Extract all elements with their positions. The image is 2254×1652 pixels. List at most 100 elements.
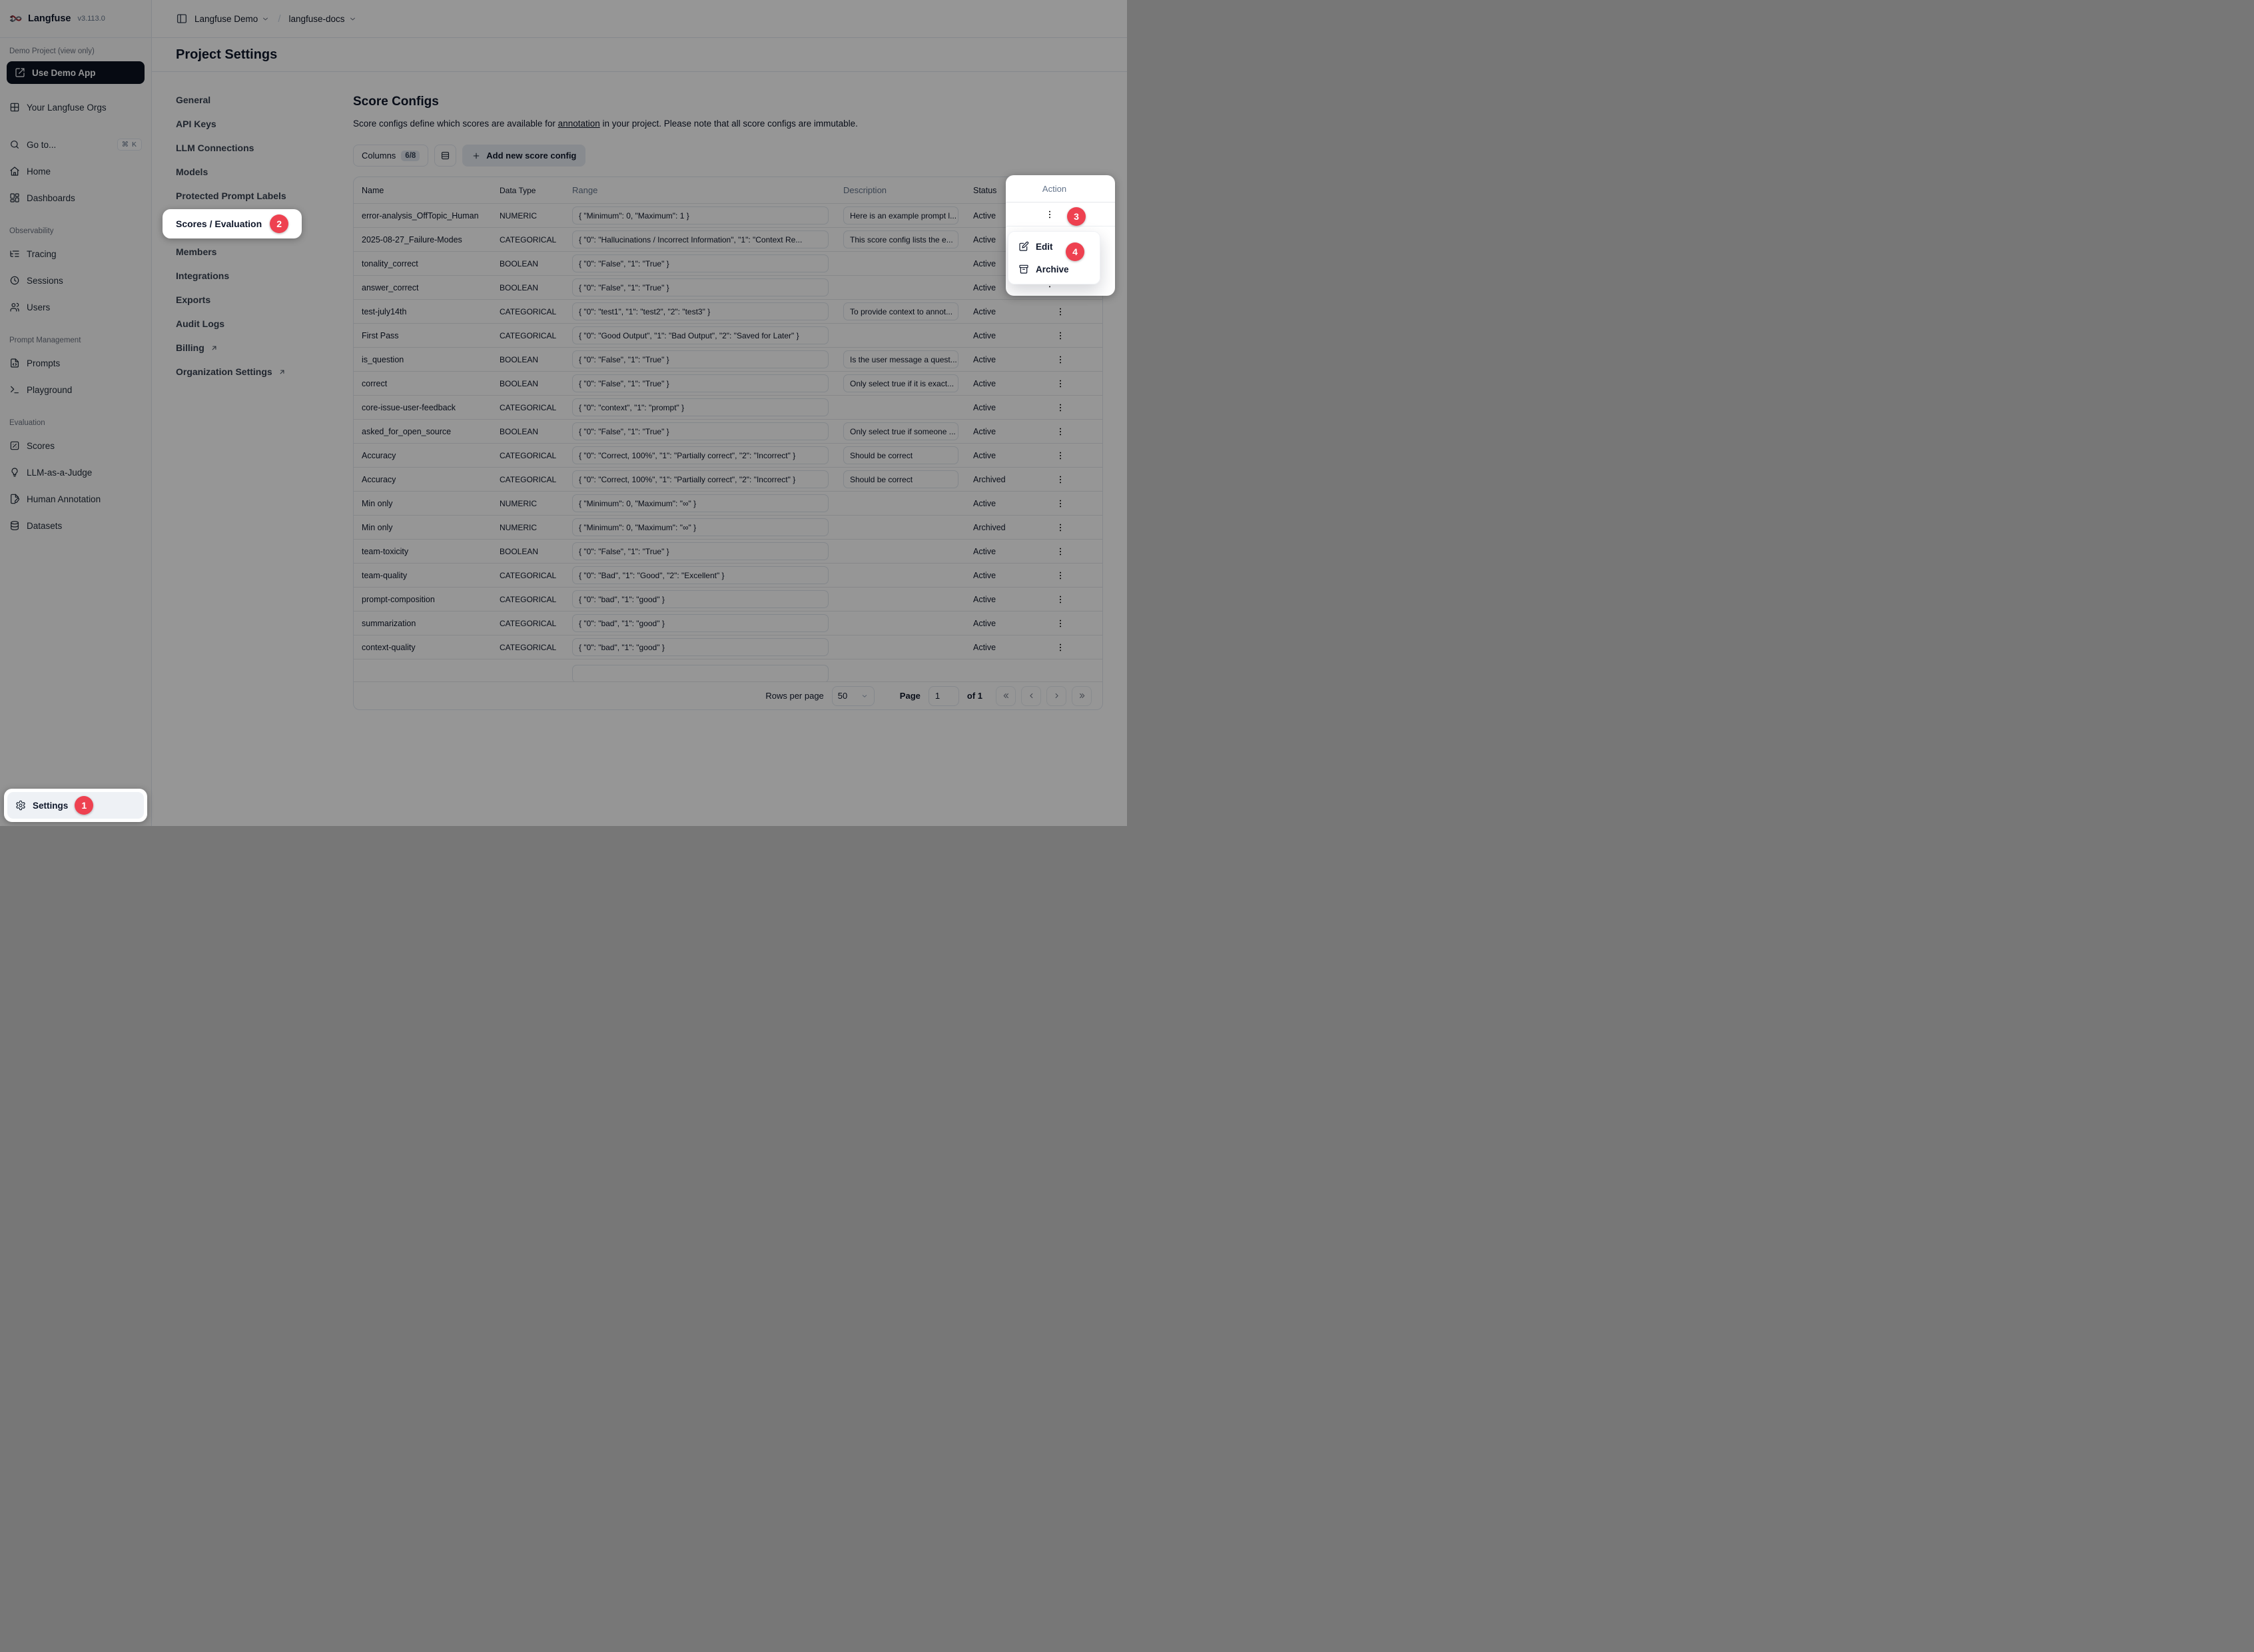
breadcrumb-project[interactable]: langfuse-docs: [288, 14, 356, 24]
sidebar-item-prompts[interactable]: Prompts: [0, 352, 151, 374]
sidebar-item-tracing[interactable]: Tracing: [0, 243, 151, 264]
table-row: context-qualityCATEGORICAL{ "0": "bad", …: [354, 635, 1102, 659]
row-actions-button[interactable]: [1055, 330, 1066, 341]
table-row: asked_for_open_sourceBOOLEAN{ "0": "Fals…: [354, 420, 1102, 444]
row-actions-button[interactable]: [1055, 426, 1066, 437]
range-value-box: { "0": "Correct, 100%", "1": "Partially …: [572, 470, 829, 488]
score-data-type: CATEGORICAL: [493, 475, 565, 484]
sidebar-item-scores[interactable]: Scores: [0, 435, 151, 456]
range-value-box: { "0": "False", "1": "True" }: [572, 374, 829, 392]
previous-page-button[interactable]: [1021, 686, 1041, 706]
breadcrumb-org-label: Langfuse Demo: [194, 14, 258, 24]
settings-nav-integrations[interactable]: Integrations: [176, 265, 229, 286]
sidebar-item-datasets[interactable]: Datasets: [0, 515, 151, 536]
status-text: Active: [966, 595, 1012, 604]
use-demo-app-button[interactable]: Use Demo App: [7, 61, 145, 84]
rows-per-page-select[interactable]: 50: [832, 686, 875, 706]
settings-nav-organization-settings[interactable]: Organization Settings: [176, 361, 286, 382]
sidebar-item-label: Go to...: [27, 140, 56, 150]
percent-square-icon: [9, 440, 20, 451]
app-window: Langfuse v3.113.0 Demo Project (view onl…: [0, 0, 1127, 826]
sidebar-item-go-to[interactable]: Go to...⌘ K: [0, 134, 151, 155]
settings-nav-exports[interactable]: Exports: [176, 289, 210, 310]
arrow-up-right-icon: [210, 344, 218, 352]
row-height-button[interactable]: [434, 145, 456, 167]
settings-nav-api-keys[interactable]: API Keys: [176, 113, 216, 135]
sidebar-item-human-annotation[interactable]: Human Annotation: [0, 488, 151, 510]
settings-nav-members[interactable]: Members: [176, 241, 216, 262]
status-text: Active: [966, 499, 1012, 508]
score-name: answer_correct: [354, 283, 493, 292]
row-actions-button[interactable]: [1055, 354, 1066, 365]
row-actions-button[interactable]: [1044, 209, 1055, 220]
add-score-config-button[interactable]: Add new score config: [462, 145, 585, 167]
row-actions-button[interactable]: [1055, 450, 1066, 461]
row-actions-button[interactable]: [1055, 618, 1066, 629]
menu-item-archive[interactable]: Archive: [1012, 258, 1096, 280]
sidebar-item-users[interactable]: Users: [0, 296, 151, 318]
status-text: Active: [966, 403, 1012, 412]
settings-nav-general[interactable]: General: [176, 89, 210, 111]
row-actions-button[interactable]: [1055, 594, 1066, 605]
score-name: Min only: [354, 523, 493, 532]
last-page-button[interactable]: [1072, 686, 1092, 706]
status-text: Active: [966, 451, 1012, 460]
row-actions-button[interactable]: [1055, 474, 1066, 485]
sidebar-item-playground[interactable]: Playground: [0, 379, 151, 400]
row-actions-button[interactable]: [1055, 378, 1066, 389]
table-row: AccuracyCATEGORICAL{ "0": "Correct, 100%…: [354, 444, 1102, 468]
table-row: team-toxicityBOOLEAN{ "0": "False", "1":…: [354, 540, 1102, 564]
plus-icon: [472, 151, 481, 161]
column-header-name: Name: [354, 186, 493, 195]
column-header-data-type: Data Type: [493, 186, 565, 195]
score-name: summarization: [354, 619, 493, 628]
settings-nav-audit-logs[interactable]: Audit Logs: [176, 313, 224, 334]
panel-toggle-button[interactable]: [176, 13, 188, 25]
sidebar-item-dashboards[interactable]: Dashboards: [0, 187, 151, 208]
row-actions-button[interactable]: [1055, 642, 1066, 653]
first-page-button[interactable]: [996, 686, 1016, 706]
score-data-type: BOOLEAN: [493, 379, 565, 388]
settings-nav-label: Protected Prompt Labels: [176, 191, 286, 201]
settings-nav-protected-prompt-labels[interactable]: Protected Prompt Labels: [176, 185, 286, 206]
score-name: team-toxicity: [354, 547, 493, 556]
sidebar-item-home[interactable]: Home: [0, 161, 151, 182]
app-name: Langfuse: [28, 13, 71, 24]
rows-per-page-value: 50: [838, 691, 847, 701]
score-data-type: NUMERIC: [493, 523, 565, 532]
row-actions-button[interactable]: [1055, 498, 1066, 509]
score-data-type: NUMERIC: [493, 211, 565, 220]
settings-nav-scores-evaluation[interactable]: Scores / Evaluation2: [163, 209, 302, 238]
breadcrumb-org[interactable]: Langfuse Demo: [194, 14, 270, 24]
external-link-icon: [15, 67, 25, 78]
score-name: core-issue-user-feedback: [354, 403, 493, 412]
sidebar-header: Langfuse v3.113.0: [0, 0, 151, 38]
row-actions-button[interactable]: [1055, 522, 1066, 533]
score-data-type: BOOLEAN: [493, 547, 565, 556]
status-text: Archived: [966, 523, 1012, 532]
settings-nav-models[interactable]: Models: [176, 161, 208, 183]
score-data-type: CATEGORICAL: [493, 451, 565, 460]
sidebar-item-sessions[interactable]: Sessions: [0, 270, 151, 291]
annotation-link[interactable]: annotation: [558, 119, 600, 129]
sidebar-item-llm-as-a-judge[interactable]: LLM-as-a-Judge: [0, 462, 151, 483]
row-actions-button[interactable]: [1055, 306, 1066, 317]
score-name: Min only: [354, 499, 493, 508]
kebab-menu-icon: [1055, 618, 1066, 629]
row-actions-button[interactable]: [1055, 546, 1066, 557]
columns-button[interactable]: Columns 6/8: [353, 145, 428, 167]
table-row: Min onlyNUMERIC{ "Minimum": 0, "Maximum"…: [354, 492, 1102, 516]
next-page-button[interactable]: [1046, 686, 1066, 706]
table-row: correctBOOLEAN{ "0": "False", "1": "True…: [354, 372, 1102, 396]
row-actions-button[interactable]: [1055, 402, 1066, 413]
kebab-menu-icon: [1055, 402, 1066, 413]
description-value-box: Should be correct: [843, 446, 958, 464]
row-actions-button[interactable]: [1055, 570, 1066, 581]
range-value-box: { "0": "False", "1": "True" }: [572, 254, 829, 272]
sidebar-item-orgs[interactable]: Your Langfuse Orgs: [0, 97, 151, 118]
settings-nav-billing[interactable]: Billing: [176, 337, 218, 358]
sidebar-item-settings[interactable]: Settings 1: [7, 792, 144, 819]
score-name: First Pass: [354, 331, 493, 340]
page-number-input[interactable]: 1: [929, 686, 959, 706]
settings-nav-llm-connections[interactable]: LLM Connections: [176, 137, 254, 159]
